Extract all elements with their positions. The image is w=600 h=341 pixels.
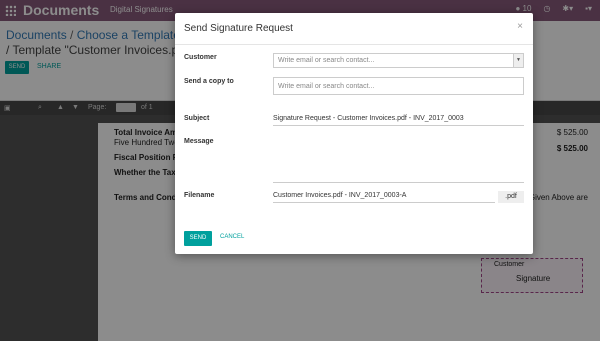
filename-label: Filename	[184, 192, 215, 199]
message-label: Message	[184, 138, 214, 145]
customer-input[interactable]: Write email or search contact... ▼	[273, 53, 524, 68]
subject-input[interactable]: Signature Request - Customer Invoices.pd…	[273, 115, 524, 126]
customer-label: Customer	[184, 54, 217, 61]
chevron-down-icon[interactable]: ▼	[513, 54, 523, 67]
copy-label: Send a copy to	[184, 78, 234, 85]
message-textarea[interactable]	[273, 138, 524, 183]
customer-placeholder: Write email or search contact...	[278, 57, 375, 64]
subject-label: Subject	[184, 115, 210, 122]
close-icon[interactable]: ×	[517, 21, 523, 32]
filename-extension: .pdf	[498, 191, 524, 203]
modal-header: Send Signature Request ×	[175, 13, 533, 45]
copy-input[interactable]: Write email or search contact...	[273, 77, 524, 95]
dialog-send-button[interactable]: SEND	[184, 231, 212, 246]
send-signature-dialog: Send Signature Request × Customer Write …	[175, 13, 533, 254]
filename-input[interactable]: Customer Invoices.pdf - INV_2017_0003-A	[273, 192, 495, 203]
copy-placeholder: Write email or search contact...	[278, 83, 375, 90]
modal-title: Send Signature Request	[184, 23, 293, 34]
dialog-cancel-button[interactable]: CANCEL	[220, 234, 244, 240]
